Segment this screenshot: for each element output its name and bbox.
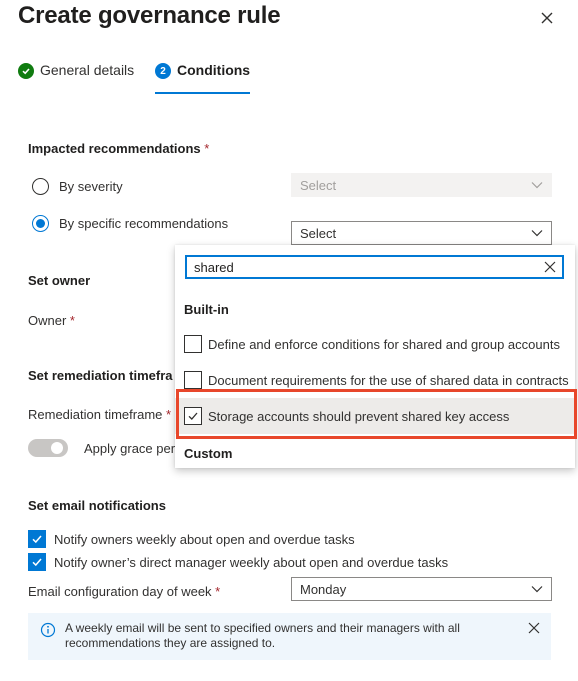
recommendations-dropdown-panel: Built-in Define and enforce conditions f…	[175, 245, 575, 468]
dropdown-option[interactable]: Define and enforce conditions for shared…	[175, 326, 575, 362]
info-icon	[40, 622, 56, 638]
info-message-text: A weekly email will be sent to specified…	[65, 621, 460, 650]
owner-label: Owner *	[28, 313, 75, 328]
severity-select-value: Select	[300, 177, 337, 193]
dropdown-option-selected[interactable]: Storage accounts should prevent shared k…	[175, 398, 575, 434]
radio-circle-selected[interactable]	[32, 215, 49, 232]
required-marker: *	[166, 407, 172, 422]
info-message-bar: A weekly email will be sent to specified…	[28, 613, 551, 660]
notify-owners-checkbox[interactable]	[28, 530, 46, 548]
email-day-select[interactable]: Monday	[291, 577, 552, 601]
specific-recommendations-select[interactable]: Select	[291, 221, 552, 245]
grace-period-toggle[interactable]	[28, 439, 68, 457]
notify-manager-label: Notify owner’s direct manager weekly abo…	[54, 554, 449, 570]
dropdown-option[interactable]: Document requirements for the use of sha…	[175, 362, 575, 398]
radio-by-specific-label: By specific recommendations	[59, 216, 229, 231]
specific-select-value: Select	[300, 225, 337, 241]
tab-conditions-label: Conditions	[177, 62, 251, 78]
notify-owners-label: Notify owners weekly about open and over…	[54, 531, 355, 547]
page-title: Create governance rule	[18, 2, 281, 29]
chevron-down-icon	[531, 182, 543, 189]
required-marker: *	[204, 141, 210, 156]
checkmark-icon	[32, 535, 42, 544]
checkmark-icon	[188, 412, 198, 420]
email-config-day-label: Email configuration day of week *	[28, 584, 221, 599]
chevron-down-icon	[531, 230, 543, 237]
option-checkbox-checked[interactable]	[184, 407, 202, 425]
close-icon[interactable]	[527, 621, 541, 635]
email-day-value: Monday	[300, 581, 347, 597]
checkmark-circle-icon	[18, 63, 34, 79]
chevron-down-icon	[531, 586, 543, 593]
close-icon[interactable]	[536, 7, 558, 29]
radio-by-severity-label: By severity	[59, 179, 123, 194]
impacted-recommendations-heading: Impacted recommendations *	[28, 141, 210, 156]
required-marker: *	[69, 313, 75, 328]
required-marker: *	[215, 584, 221, 599]
dropdown-search-box[interactable]	[185, 255, 564, 279]
remediation-timeframe-label: Remediation timeframe *	[28, 407, 172, 422]
set-remediation-heading: Set remediation timefra	[28, 368, 173, 383]
dropdown-search-input[interactable]	[194, 259, 534, 276]
checkmark-icon	[32, 558, 42, 567]
step-number-icon: 2	[155, 63, 171, 79]
group-header-builtin: Built-in	[184, 302, 229, 317]
notify-manager-checkbox-row[interactable]: Notify owner’s direct manager weekly abo…	[28, 553, 448, 571]
severity-select: Select	[291, 173, 552, 197]
option-checkbox[interactable]	[184, 335, 202, 353]
group-header-custom: Custom	[184, 446, 233, 461]
tab-general-details[interactable]: General details	[18, 62, 134, 94]
tab-general-label: General details	[40, 62, 135, 78]
notify-manager-checkbox[interactable]	[28, 553, 46, 571]
radio-circle[interactable]	[32, 178, 49, 195]
email-notifications-heading: Set email notifications	[28, 498, 166, 513]
option-label: Define and enforce conditions for shared…	[208, 336, 560, 352]
clear-search-icon[interactable]	[543, 260, 557, 274]
option-checkbox[interactable]	[184, 371, 202, 389]
option-label: Document requirements for the use of sha…	[208, 372, 569, 388]
set-owner-heading: Set owner	[28, 273, 91, 288]
tab-conditions[interactable]: 2 Conditions	[155, 62, 251, 94]
radio-by-specific-recommendations[interactable]: By specific recommendations	[32, 215, 228, 232]
option-label: Storage accounts should prevent shared k…	[208, 408, 510, 424]
notify-owners-checkbox-row[interactable]: Notify owners weekly about open and over…	[28, 530, 355, 548]
radio-by-severity[interactable]: By severity	[32, 178, 123, 195]
grace-period-label: Apply grace per	[84, 441, 176, 456]
